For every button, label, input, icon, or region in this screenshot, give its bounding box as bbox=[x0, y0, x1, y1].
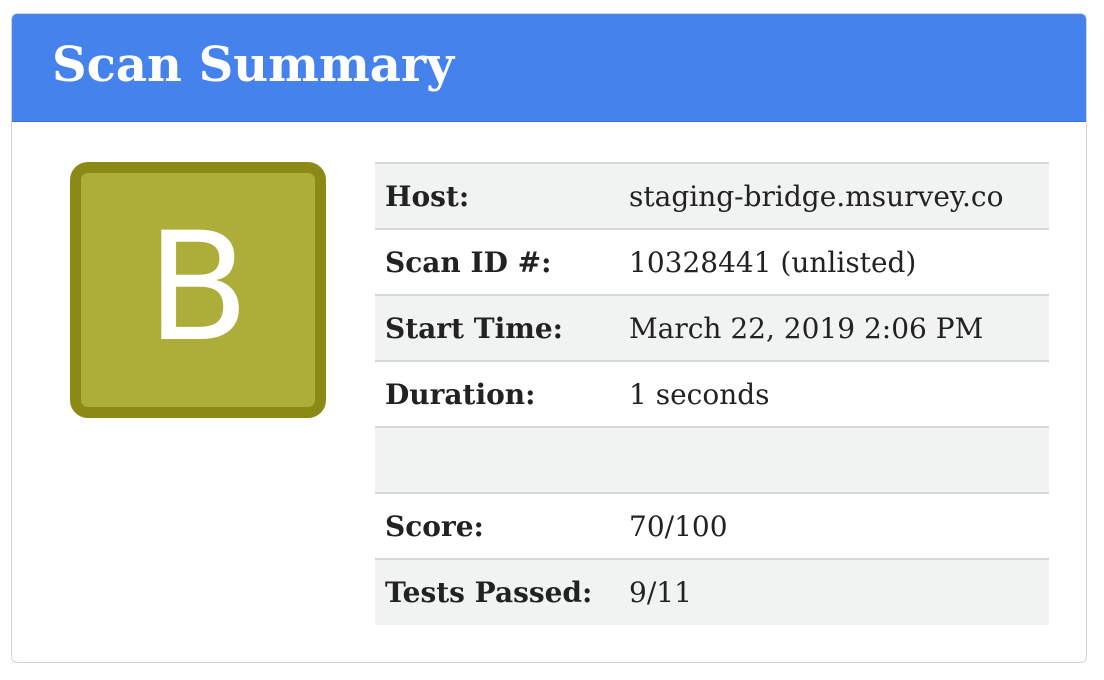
panel-title: Scan Summary bbox=[52, 36, 455, 93]
grade-letter: B bbox=[146, 201, 250, 375]
scan-id-value: 10328441 (unlisted) bbox=[629, 245, 917, 279]
table-row-start-time: Start Time: March 22, 2019 2:06 PM bbox=[375, 295, 1049, 361]
start-time-value: March 22, 2019 2:06 PM bbox=[629, 311, 984, 345]
spacer-label bbox=[375, 427, 629, 493]
panel-header: Scan Summary bbox=[12, 14, 1086, 122]
tests-passed-value: 9/11 bbox=[629, 576, 692, 609]
duration-value: 1 seconds bbox=[629, 377, 770, 411]
grade-badge: B bbox=[70, 162, 326, 418]
table-row-duration: Duration: 1 seconds bbox=[375, 361, 1049, 427]
scan-summary-table: Host: staging-bridge.msurvey.co Scan ID … bbox=[375, 162, 1049, 625]
table-row-host: Host: staging-bridge.msurvey.co bbox=[375, 163, 1049, 229]
duration-label: Duration: bbox=[385, 377, 536, 411]
spacer-value bbox=[629, 427, 1049, 493]
scan-id-label: Scan ID #: bbox=[385, 245, 552, 279]
table-row-spacer bbox=[375, 427, 1049, 493]
tests-passed-label: Tests Passed: bbox=[385, 576, 593, 609]
table-row-scan-id: Scan ID #: 10328441 (unlisted) bbox=[375, 229, 1049, 295]
score-value: 70/100 bbox=[629, 509, 728, 543]
table-row-tests-passed: Tests Passed: 9/11 bbox=[375, 559, 1049, 625]
host-value: staging-bridge.msurvey.co bbox=[629, 179, 1004, 213]
table-row-score: Score: 70/100 bbox=[375, 493, 1049, 559]
start-time-label: Start Time: bbox=[385, 311, 563, 345]
score-label: Score: bbox=[385, 509, 484, 543]
scan-summary-panel: Scan Summary B Host: staging-bridge.msur… bbox=[11, 13, 1087, 663]
host-label: Host: bbox=[385, 179, 470, 213]
